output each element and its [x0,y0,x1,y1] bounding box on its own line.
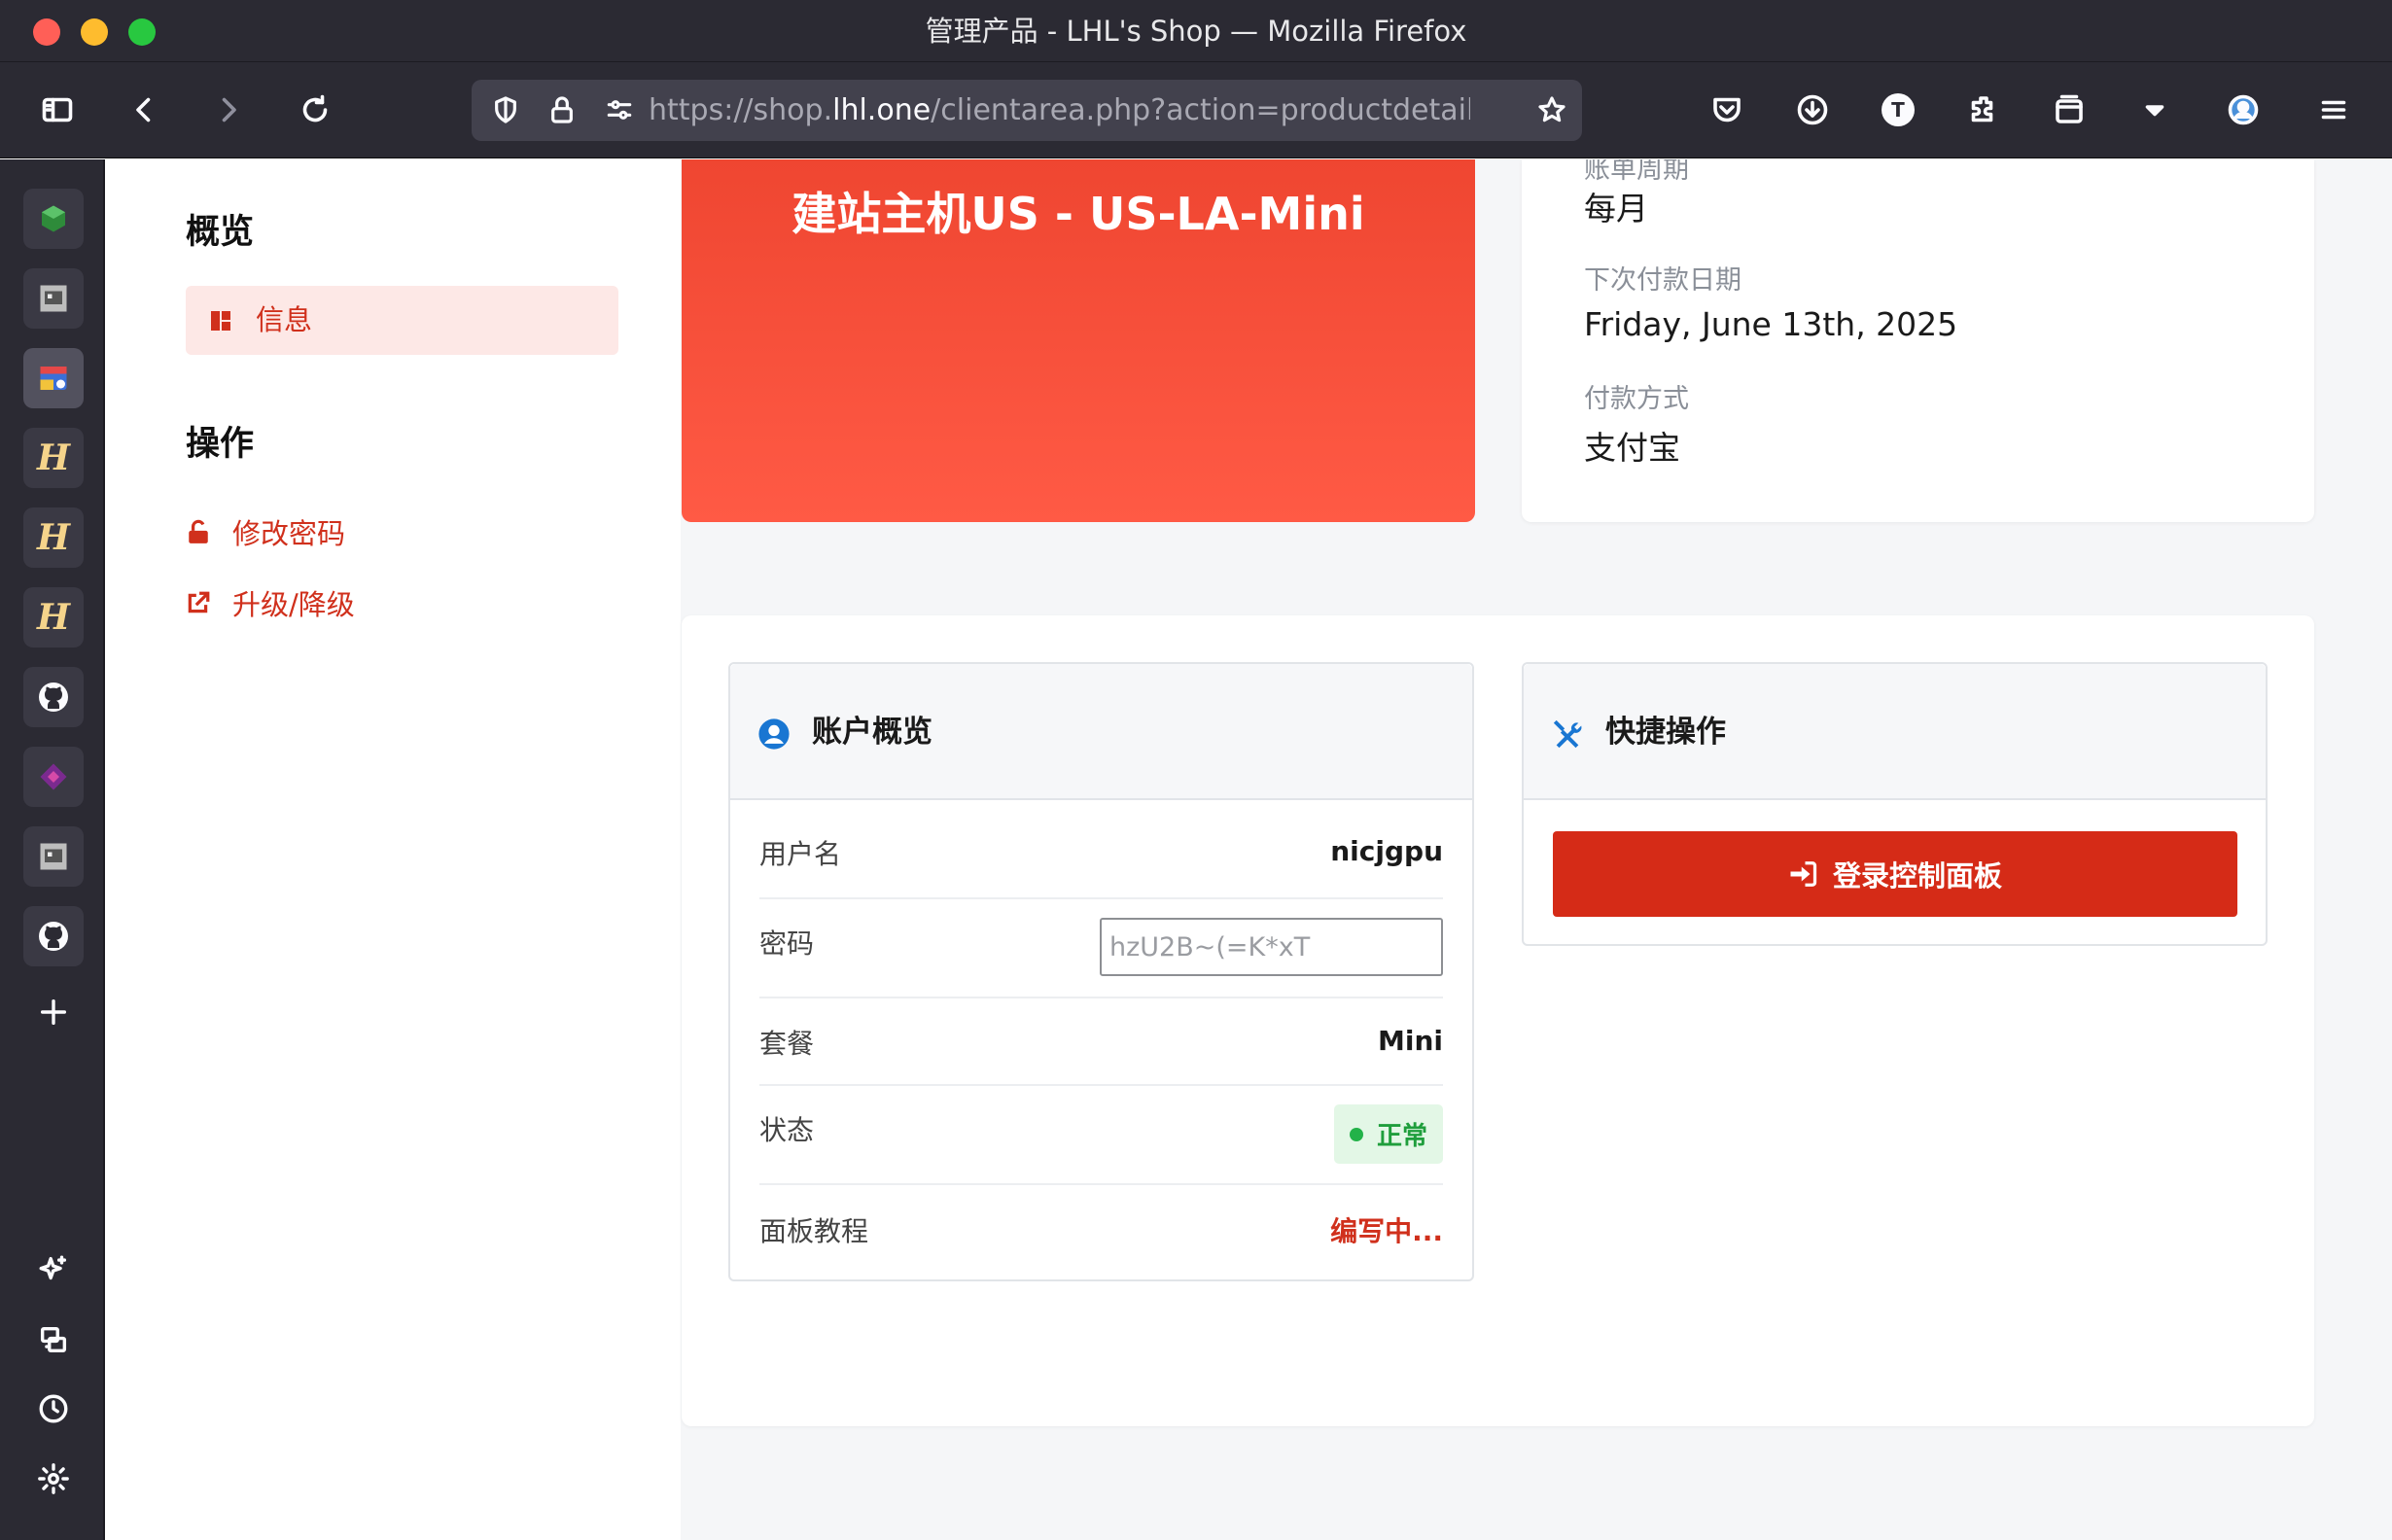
next-due-label: 下次付款日期 [1584,265,1741,296]
account-overview-title: 账户概览 [812,715,932,750]
username-value: nicjgpu [1330,835,1443,867]
sign-in-icon [1790,861,1817,887]
url-bar[interactable]: https://shop.lhl.one/clientarea.php?acti… [472,80,1582,141]
green-cube-icon[interactable] [23,189,84,249]
profile-letter: T [1891,98,1905,122]
h-logo-icon[interactable]: H [23,428,84,488]
github-icon[interactable] [23,906,84,966]
login-control-panel-label: 登录控制面板 [1832,859,2002,892]
sidebar-toggle-icon[interactable] [27,80,88,140]
forward-icon[interactable] [198,80,259,140]
tutorial-row: 面板教程 编写中... [759,1185,1443,1282]
browser-sidebar: H H H [0,159,105,1540]
plan-value: Mini [1378,1025,1443,1057]
lock-icon[interactable] [544,91,580,128]
quick-actions-header: 快捷操作 [1524,664,2266,800]
account-overview-header: 账户概览 [730,664,1472,800]
username-label: 用户名 [759,838,842,870]
status-dot-icon [1349,1127,1363,1141]
password-label: 密码 [759,928,815,960]
github-icon[interactable] [23,667,84,727]
payment-method-value: 支付宝 [1584,429,1680,467]
h-logo-icon[interactable]: H [23,587,84,648]
product-details-card: 账户概览 用户名 nicjgpu 密码 套餐 Mini 状态 正常 [682,615,2314,1426]
synced-tabs-icon[interactable] [27,1313,80,1366]
plan-label: 套餐 [759,1028,815,1060]
quick-actions-panel: 快捷操作 登录控制面板 [1522,662,2268,946]
extensions-icon[interactable] [1953,80,2014,140]
rss-app-icon[interactable] [23,348,84,408]
client-sidebar: 概览 信息 操作 修改密码 升级/降级 [107,159,681,1540]
tutorial-label: 面板教程 [759,1215,869,1247]
next-due-value: Friday, June 13th, 2025 [1584,305,1958,343]
billing-cycle-value: 每月 [1584,190,1648,228]
username-row: 用户名 nicjgpu [759,800,1443,899]
download-icon[interactable] [1782,80,1843,140]
billing-cycle-label: 账单周期 [1584,159,1689,185]
user-circle-icon [758,718,790,750]
status-label: 状态 [759,1114,815,1146]
window-title: 管理产品 - LHL's Shop — Mozilla Firefox [925,15,1467,48]
nav-item-upgrade[interactable]: 升级/降级 [186,581,355,624]
pocket-icon[interactable] [1697,80,1757,140]
payment-method-label: 付款方式 [1584,384,1689,414]
bookmark-star-icon[interactable] [1533,91,1570,128]
billing-info-card: 账单周期 每月 下次付款日期 Friday, June 13th, 2025 付… [1522,159,2314,522]
status-row: 状态 正常 [759,1086,1443,1185]
quick-actions-title: 快捷操作 [1605,715,1726,750]
plan-row: 套餐 Mini [759,998,1443,1086]
product-title: 建站主机US - US-LA-Mini [791,188,1365,240]
add-icon[interactable] [27,986,80,1038]
url-text[interactable]: https://shop.lhl.one/clientarea.php?acti… [649,80,1470,141]
h-logo-icon[interactable]: H [23,508,84,568]
web-app-icon[interactable] [23,826,84,887]
account-icon[interactable] [2213,80,2273,140]
nav-item-info-label: 信息 [256,303,313,336]
ai-sparkle-icon[interactable] [27,1243,80,1296]
reload-icon[interactable] [285,80,345,140]
profile-icon[interactable]: T [1868,80,1928,140]
password-row: 密码 [759,899,1443,998]
menu-icon[interactable] [2304,80,2364,140]
nav-item-change-password-label: 修改密码 [232,517,346,550]
tutorial-link[interactable]: 编写中... [1330,1210,1443,1249]
overview-heading: 概览 [186,213,255,252]
status-value: 正常 [1376,1122,1427,1151]
status-badge: 正常 [1334,1104,1443,1164]
nav-item-change-password[interactable]: 修改密码 [186,510,345,553]
history-icon[interactable] [27,1382,80,1435]
window-titlebar: 管理产品 - LHL's Shop — Mozilla Firefox [0,0,2392,62]
web-app-icon[interactable] [23,268,84,329]
purple-diamond-icon[interactable] [23,747,84,807]
shield-icon[interactable] [487,91,524,128]
account-overview-panel: 账户概览 用户名 nicjgpu 密码 套餐 Mini 状态 正常 [728,662,1474,1281]
container-icon[interactable] [2039,80,2099,140]
external-link-icon [188,591,210,613]
nav-item-upgrade-label: 升级/降级 [232,588,355,621]
password-field[interactable] [1100,918,1443,976]
login-control-panel-button[interactable]: 登录控制面板 [1553,831,2237,917]
unlock-icon [189,519,208,543]
dashboard-icon [211,311,230,331]
nav-item-info[interactable]: 信息 [186,286,618,355]
page-content: 概览 信息 操作 修改密码 升级/降级 建站主机US - US-LA-Mini … [107,159,2392,1540]
actions-heading: 操作 [186,425,255,464]
product-banner: 建站主机US - US-LA-Mini [682,159,1475,522]
tools-icon [1553,719,1582,749]
back-icon[interactable] [114,80,174,140]
dropdown-icon[interactable] [2125,80,2185,140]
settings-icon[interactable] [27,1452,80,1505]
browser-toolbar: https://shop.lhl.one/clientarea.php?acti… [0,62,2392,158]
permissions-icon[interactable] [601,91,638,128]
